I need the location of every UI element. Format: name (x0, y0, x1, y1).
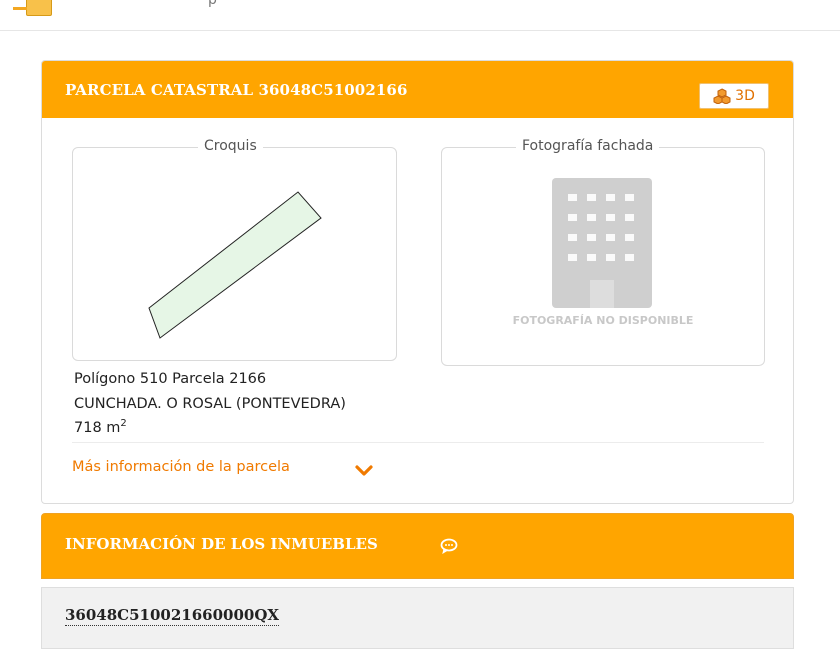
building-icon (552, 178, 652, 308)
top-bar-title-fragment: p (208, 0, 217, 8)
view-3d-label: 3D (735, 88, 755, 104)
property-reference-link[interactable]: 36048C510021660000QX (65, 606, 280, 626)
site-logo[interactable] (13, 0, 52, 16)
speech-bubble-icon[interactable] (440, 538, 458, 554)
parcel-sketch[interactable] (73, 148, 396, 360)
parcel-area-value: 718 m (74, 420, 121, 436)
parcel-card: PARCELA CATASTRAL 36048C51002166 3D Croq… (41, 60, 794, 504)
parcel-area-exponent: 2 (120, 418, 127, 429)
parcel-title: PARCELA CATASTRAL 36048C51002166 (65, 81, 408, 99)
facade-photo-legend: Fotografía fachada (516, 138, 660, 154)
view-3d-button[interactable]: 3D (699, 83, 769, 109)
chevron-down-icon[interactable] (354, 464, 374, 478)
property-row: 36048C510021660000QX (41, 587, 794, 649)
top-bar: p (0, 0, 840, 31)
parcel-locality-line: CUNCHADA. O ROSAL (PONTEVEDRA) (74, 396, 346, 412)
cubes-icon (713, 88, 731, 104)
parcel-area: 718 m2 (74, 418, 127, 436)
parcel-polygon-line: Polígono 510 Parcela 2166 (74, 371, 267, 387)
more-parcel-info-link[interactable]: Más información de la parcela (72, 459, 290, 475)
sketch-box: Croquis (72, 138, 397, 361)
properties-panel-title: INFORMACIÓN DE LOS INMUEBLES (65, 535, 378, 553)
photo-unavailable-text: FOTOGRAFÍA NO DISPONIBLE (512, 314, 694, 327)
parcel-card-header: PARCELA CATASTRAL 36048C51002166 3D (42, 61, 793, 118)
divider (72, 442, 764, 443)
properties-panel-header: INFORMACIÓN DE LOS INMUEBLES (41, 513, 794, 579)
facade-photo-box: Fotografía fachada FOTOGRAFÍA NO DISPONI… (441, 138, 765, 366)
